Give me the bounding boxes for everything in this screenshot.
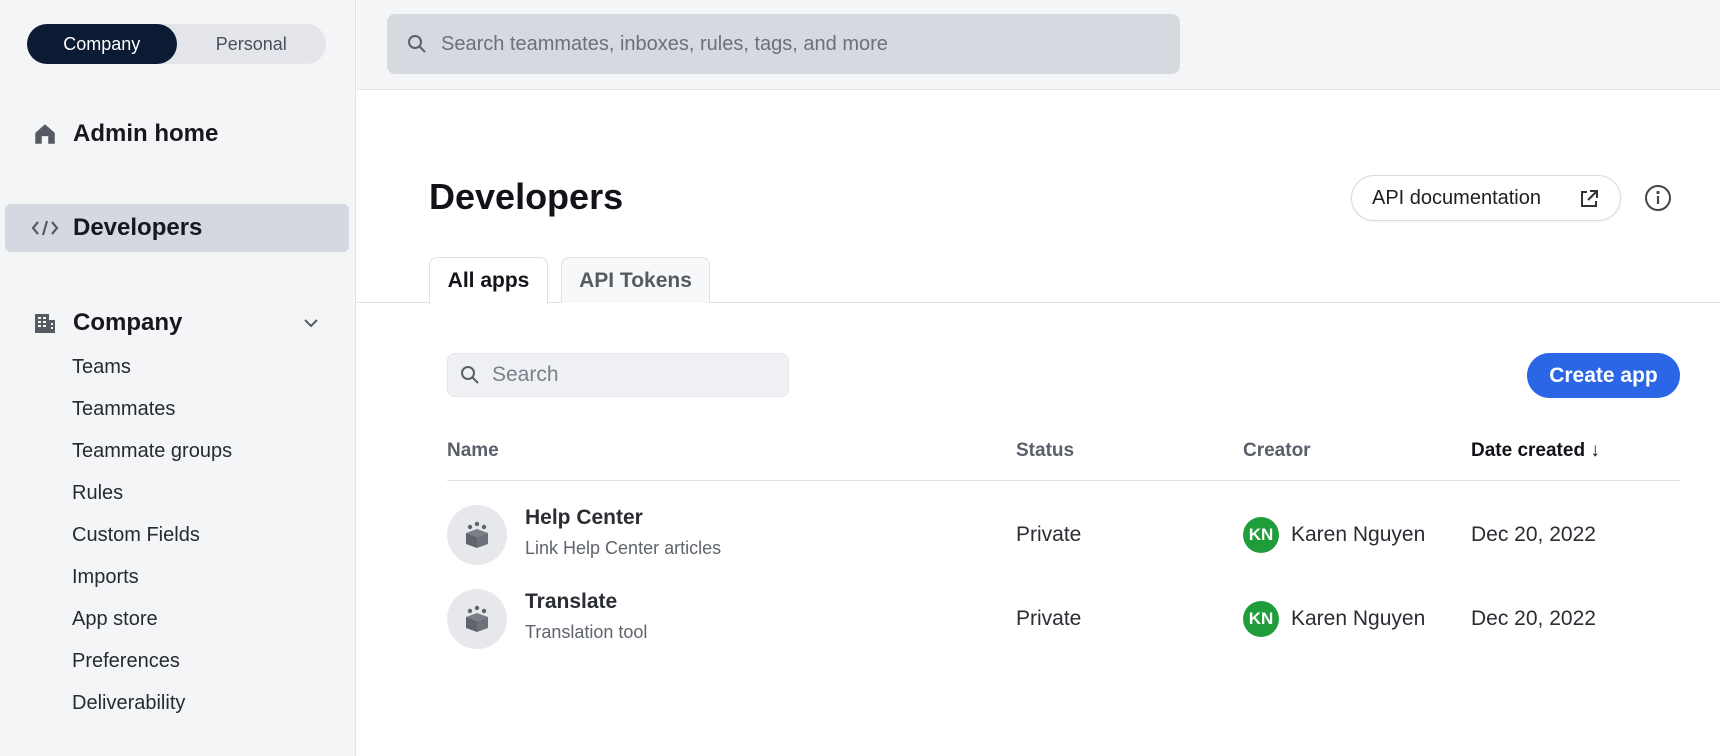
- global-search-input[interactable]: Search teammates, inboxes, rules, tags, …: [387, 14, 1180, 74]
- table-header-divider: [447, 480, 1680, 481]
- sidebar-item-teams[interactable]: Teams: [72, 346, 232, 388]
- nav-company[interactable]: Company: [5, 299, 349, 347]
- sidebar-item-teammates[interactable]: Teammates: [72, 388, 232, 430]
- app-description: Translation tool: [525, 622, 648, 642]
- api-documentation-label: API documentation: [1372, 186, 1541, 209]
- info-icon[interactable]: [1644, 184, 1672, 212]
- cube-icon: [466, 605, 488, 632]
- table-row[interactable]: Translate Translation tool Private KN Ka…: [447, 584, 1680, 654]
- sidebar-item-deliverability[interactable]: Deliverability: [72, 682, 232, 724]
- company-submenu: Teams Teammates Teammate groups Rules Cu…: [72, 346, 232, 724]
- external-link-icon: [1581, 190, 1598, 207]
- app-name[interactable]: Help Center: [525, 506, 643, 530]
- sidebar-item-preferences[interactable]: Preferences: [72, 640, 232, 682]
- code-icon: [30, 213, 60, 243]
- sidebar-item-custom-fields[interactable]: Custom Fields: [72, 514, 232, 556]
- apps-search-input[interactable]: Search: [447, 353, 789, 397]
- nav-developers-label: Developers: [73, 214, 203, 241]
- building-icon: [30, 308, 60, 338]
- tab-all-apps[interactable]: All apps: [429, 257, 548, 304]
- app-name[interactable]: Translate: [525, 590, 617, 614]
- column-header-name[interactable]: Name: [447, 440, 499, 462]
- app-icon: [447, 589, 507, 649]
- scope-toggle: Company Personal: [27, 24, 326, 64]
- app-icon: [447, 505, 507, 565]
- nav-admin-home[interactable]: Admin home: [5, 110, 349, 158]
- column-header-creator[interactable]: Creator: [1243, 440, 1311, 462]
- global-search-placeholder: Search teammates, inboxes, rules, tags, …: [441, 32, 888, 55]
- sidebar: Company Personal Admin home Developers C…: [0, 0, 356, 756]
- column-header-status[interactable]: Status: [1016, 440, 1074, 462]
- scope-personal-option[interactable]: Personal: [177, 24, 327, 64]
- apps-search-placeholder: Search: [492, 363, 559, 386]
- app-date-created: Dec 20, 2022: [1471, 523, 1596, 546]
- app-status: Private: [1016, 607, 1082, 630]
- api-documentation-button[interactable]: API documentation: [1351, 175, 1621, 221]
- sidebar-item-app-store[interactable]: App store: [72, 598, 232, 640]
- table-row[interactable]: Help Center Link Help Center articles Pr…: [447, 500, 1680, 570]
- column-header-date-created[interactable]: Date created ↓: [1471, 440, 1600, 462]
- nav-company-label: Company: [73, 309, 183, 336]
- cube-icon: [466, 521, 488, 548]
- avatar: KN: [1243, 601, 1279, 637]
- scope-company-option[interactable]: Company: [27, 24, 177, 64]
- search-icon: [461, 366, 479, 384]
- create-app-button[interactable]: Create app: [1527, 353, 1680, 398]
- chevron-down-icon[interactable]: [301, 313, 321, 333]
- top-bar: Search teammates, inboxes, rules, tags, …: [357, 0, 1720, 90]
- app-creator: Karen Nguyen: [1291, 607, 1426, 630]
- app-status: Private: [1016, 523, 1082, 546]
- sidebar-item-rules[interactable]: Rules: [72, 472, 232, 514]
- nav-developers[interactable]: Developers: [5, 204, 349, 252]
- sidebar-item-imports[interactable]: Imports: [72, 556, 232, 598]
- sidebar-item-teammate-groups[interactable]: Teammate groups: [72, 430, 232, 472]
- nav-admin-home-label: Admin home: [73, 120, 219, 147]
- avatar: KN: [1243, 517, 1279, 553]
- app-creator: Karen Nguyen: [1291, 523, 1426, 546]
- tab-api-tokens[interactable]: API Tokens: [561, 257, 710, 303]
- app-date-created: Dec 20, 2022: [1471, 607, 1596, 630]
- search-icon: [408, 35, 426, 53]
- page-title: Developers: [429, 176, 624, 217]
- app-description: Link Help Center articles: [525, 538, 722, 558]
- home-icon: [30, 119, 60, 149]
